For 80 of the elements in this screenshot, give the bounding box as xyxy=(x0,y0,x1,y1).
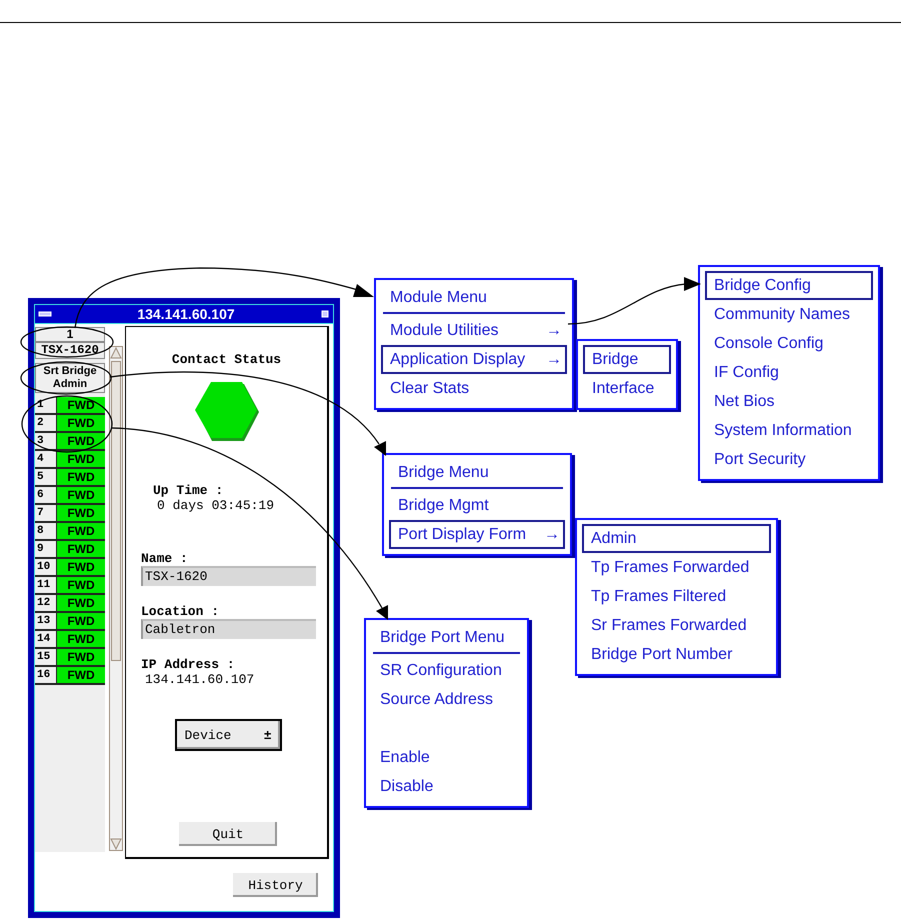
window-menu-icon[interactable] xyxy=(38,308,52,318)
port-status[interactable]: FWD xyxy=(57,433,105,449)
port-status[interactable]: FWD xyxy=(57,595,105,611)
device-name: TSX-1620 xyxy=(35,342,105,359)
menu-item[interactable]: Disable xyxy=(371,772,522,801)
port-number: 2 xyxy=(35,415,57,431)
menu-item[interactable]: SR Configuration xyxy=(371,656,522,685)
scrollbar[interactable] xyxy=(109,346,123,851)
menu-item[interactable]: Community Names xyxy=(705,300,873,329)
menu-item[interactable]: Bridge Mgmt xyxy=(389,491,565,520)
port-number: 11 xyxy=(35,577,57,593)
device-dropdown[interactable]: Device ± xyxy=(174,719,282,751)
port-status[interactable]: FWD xyxy=(57,505,105,521)
menu-item[interactable]: Tp Frames Forwarded xyxy=(582,553,771,582)
quit-button[interactable]: Quit xyxy=(179,822,277,846)
field-label: Location : xyxy=(141,604,220,619)
port-status[interactable]: FWD xyxy=(57,415,105,431)
field-label: IP Address : xyxy=(141,657,236,672)
panel-title: Contact Status xyxy=(170,352,282,367)
port-status[interactable]: FWD xyxy=(57,487,105,503)
menu-item[interactable]: Bridge Port Number xyxy=(582,640,771,669)
port-number: 3 xyxy=(35,433,57,449)
port-status[interactable]: FWD xyxy=(57,523,105,539)
menu-title: Bridge Menu xyxy=(397,463,490,483)
port-number: 10 xyxy=(35,559,57,575)
port-status[interactable]: FWD xyxy=(57,631,105,647)
menu-title: Module Menu xyxy=(389,288,488,308)
scroll-thumb[interactable] xyxy=(111,361,121,661)
port-status[interactable]: FWD xyxy=(57,451,105,467)
port-number: 7 xyxy=(35,505,57,521)
port-number: 4 xyxy=(35,451,57,467)
port-status[interactable]: FWD xyxy=(57,559,105,575)
maximize-icon[interactable] xyxy=(320,308,330,318)
input-field[interactable]: Cabletron xyxy=(141,619,316,639)
menu-item[interactable]: Admin xyxy=(582,524,771,553)
field-value: 134.141.60.107 xyxy=(144,672,256,687)
port-number: 8 xyxy=(35,523,57,539)
port-number: 15 xyxy=(35,649,57,665)
menu-item[interactable]: IF Config xyxy=(705,358,873,387)
input-field[interactable]: TSX-1620 xyxy=(141,566,316,586)
menu-item[interactable]: Enable xyxy=(371,743,522,772)
hexagon-status-icon xyxy=(194,381,260,443)
menu-item[interactable]: Sr Frames Forwarded xyxy=(582,611,771,640)
port-status[interactable]: FWD xyxy=(57,667,105,683)
menu-item[interactable]: Source Address xyxy=(371,685,522,714)
menu-item[interactable]: System Information xyxy=(705,416,873,445)
module-index: 1 xyxy=(35,327,105,342)
menu-item[interactable]: Net Bios xyxy=(705,387,873,416)
display-mode[interactable]: Srt Bridge Admin xyxy=(35,363,105,393)
port-status[interactable]: FWD xyxy=(57,469,105,485)
menu-item[interactable]: Tp Frames Filtered xyxy=(582,582,771,611)
menu-item[interactable]: Port Display Form → xyxy=(389,520,565,549)
port-number: 6 xyxy=(35,487,57,503)
field-label: Up Time : xyxy=(153,483,224,498)
menu-item[interactable]: Bridge xyxy=(583,345,671,374)
window-title: 134.141.60.107 xyxy=(137,306,235,322)
port-status[interactable]: FWD xyxy=(57,397,105,413)
port-status[interactable]: FWD xyxy=(57,613,105,629)
port-status[interactable]: FWD xyxy=(57,649,105,665)
menu-item[interactable]: Module Utilities → xyxy=(381,316,567,345)
menu-item[interactable]: Bridge Config xyxy=(705,271,873,300)
history-button[interactable]: History xyxy=(233,873,318,897)
menu-title: Bridge Port Menu xyxy=(379,628,506,648)
scroll-down-icon[interactable] xyxy=(110,838,122,850)
port-status[interactable]: FWD xyxy=(57,577,105,593)
port-number: 12 xyxy=(35,595,57,611)
port-status[interactable]: FWD xyxy=(57,541,105,557)
port-number: 13 xyxy=(35,613,57,629)
scroll-up-icon[interactable] xyxy=(110,347,122,359)
port-number: 5 xyxy=(35,469,57,485)
menu-item[interactable]: Interface xyxy=(583,374,671,403)
port-number: 14 xyxy=(35,631,57,647)
port-number: 9 xyxy=(35,541,57,557)
field-value: 0 days 03:45:19 xyxy=(156,498,276,513)
menu-item[interactable]: Console Config xyxy=(705,329,873,358)
menu-item[interactable]: Clear Stats xyxy=(381,374,567,403)
menu-item[interactable]: Application Display → xyxy=(381,345,567,374)
field-label: Name : xyxy=(141,551,189,566)
port-number: 16 xyxy=(35,667,57,683)
menu-item[interactable]: Port Security xyxy=(705,445,873,474)
